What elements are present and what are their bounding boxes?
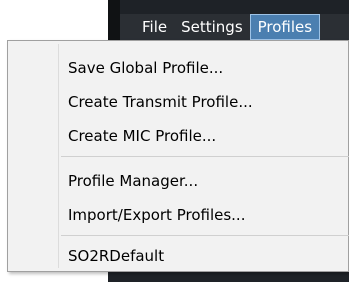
- menu-bar: File Settings Profiles: [120, 14, 349, 40]
- menu-item-profile-manager[interactable]: Profile Manager...: [68, 171, 198, 191]
- menu-item-create-mic-profile[interactable]: Create MIC Profile...: [68, 126, 216, 146]
- screen: File Settings Profiles Save Global Profi…: [0, 0, 349, 282]
- menu-file[interactable]: File: [120, 14, 174, 40]
- menu-separator: [61, 156, 349, 157]
- app-background-edge: [108, 0, 120, 40]
- menu-item-create-transmit-profile[interactable]: Create Transmit Profile...: [68, 92, 253, 112]
- menu-item-save-global-profile[interactable]: Save Global Profile...: [68, 58, 223, 78]
- menu-separator: [61, 235, 349, 236]
- menu-profiles[interactable]: Profiles: [249, 14, 321, 40]
- menu-item-import-export-profiles[interactable]: Import/Export Profiles...: [68, 205, 245, 225]
- menu-icon-gutter-divider: [58, 44, 59, 268]
- menu-settings[interactable]: Settings: [174, 14, 250, 40]
- profiles-dropdown-menu: Save Global Profile... Create Transmit P…: [7, 40, 349, 272]
- menu-item-so2rdefault[interactable]: SO2RDefault: [68, 246, 164, 266]
